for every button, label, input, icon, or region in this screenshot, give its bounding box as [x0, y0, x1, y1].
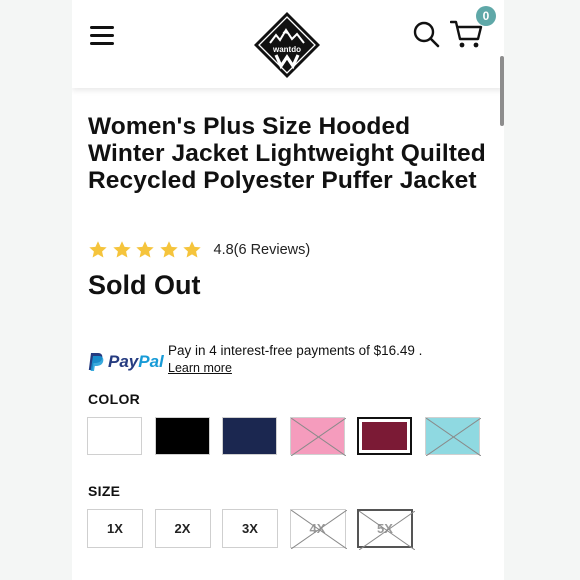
product-page: wantdo 0 Women's Plus Size Hooded Winter… — [72, 0, 504, 580]
color-swatch-light-blue[interactable] — [424, 417, 481, 456]
star-icon — [159, 241, 178, 258]
size-option-5x[interactable]: 5X — [357, 509, 415, 550]
size-option-1x[interactable]: 1X — [87, 509, 143, 548]
rating-text: 4.8(6 Reviews) — [213, 242, 311, 258]
size-option-3x[interactable]: 3X — [222, 509, 278, 548]
star-icon — [112, 241, 131, 258]
star-icon — [183, 241, 201, 258]
scrollbar-thumb[interactable] — [500, 56, 504, 126]
product-rating[interactable]: 4.8(6 Reviews) — [88, 237, 310, 263]
star-icon — [136, 241, 154, 258]
swatch-fill — [362, 422, 407, 450]
color-swatch-burgundy[interactable] — [357, 417, 412, 455]
logo-wordmark: wantdo — [272, 45, 301, 54]
size-label-text: 1X — [107, 521, 123, 536]
color-swatch-white[interactable] — [87, 417, 142, 455]
size-label-text: 2X — [174, 521, 191, 536]
swatch-fill — [223, 418, 276, 454]
paypal-installment-text: Pay in 4 interest-free payments of $16.4… — [168, 343, 423, 358]
unavailable-cross — [290, 418, 346, 456]
size-option-4x[interactable]: 4X — [289, 509, 347, 549]
cart-count-badge: 0 — [476, 6, 496, 26]
color-swatch-pink[interactable] — [289, 417, 346, 456]
menu-button[interactable] — [90, 24, 116, 46]
paypal-message: Pay in 4 interest-free payments of $16.4… — [168, 342, 422, 377]
search-icon[interactable] — [412, 20, 440, 48]
learn-more-link[interactable]: Learn more — [168, 361, 232, 375]
unavailable-cross — [359, 511, 415, 550]
color-options — [87, 417, 487, 457]
menu-icon — [90, 26, 114, 29]
star-icon — [89, 241, 107, 258]
swatch-fill — [88, 418, 141, 454]
product-title: Women's Plus Size Hooded Winter Jacket L… — [88, 113, 486, 194]
site-header: wantdo 0 — [72, 0, 504, 88]
rating-stars — [88, 240, 206, 260]
color-label: COLOR — [88, 391, 141, 407]
color-swatch-navy[interactable] — [222, 417, 277, 455]
unavailable-cross — [425, 418, 481, 456]
unavailable-cross — [290, 510, 347, 549]
color-swatch-black[interactable] — [154, 417, 210, 455]
wantdo-logo[interactable]: wantdo — [252, 10, 322, 80]
paypal-icon — [88, 353, 104, 371]
paypal-wordmark: PayPal — [108, 352, 164, 371]
size-label: SIZE — [88, 483, 121, 499]
size-options: 1X 2X 3X 4X5X — [87, 509, 487, 550]
size-label-text: 3X — [242, 521, 258, 536]
stock-status: Sold Out — [88, 270, 201, 300]
paypal-logo: PayPal — [88, 351, 164, 373]
swatch-fill — [155, 418, 209, 454]
size-option-2x[interactable]: 2X — [154, 509, 211, 548]
